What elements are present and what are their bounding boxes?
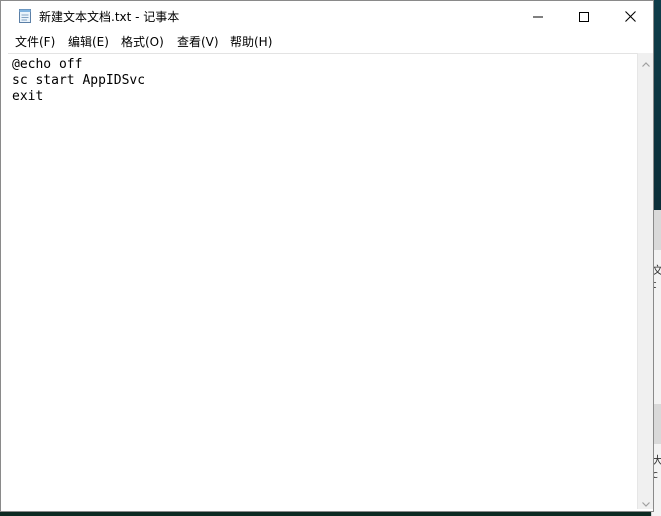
title-bar[interactable]: 新建文本文档.txt - 记事本	[1, 1, 653, 31]
scroll-down-button[interactable]	[638, 493, 654, 509]
notepad-window: 新建文本文档.txt - 记事本 文件(F) 编辑(E) 格式(O) 查看(V)…	[0, 0, 654, 512]
notepad-icon[interactable]	[18, 8, 32, 24]
menu-view[interactable]: 查看(V)	[177, 33, 219, 50]
minimize-icon	[533, 7, 543, 26]
maximize-button[interactable]	[561, 1, 607, 31]
menu-edit[interactable]: 编辑(E)	[68, 33, 109, 50]
chevron-down-icon	[642, 492, 650, 511]
menu-bar: 文件(F) 编辑(E) 格式(O) 查看(V) 帮助(H)	[1, 31, 653, 51]
background-window-bar	[653, 404, 661, 444]
window-title: 新建文本文档.txt - 记事本	[39, 10, 180, 24]
scroll-up-button[interactable]	[638, 53, 654, 69]
maximize-icon	[579, 7, 589, 26]
background-window-bar	[653, 210, 661, 250]
vertical-scrollbar[interactable]	[637, 53, 653, 509]
menu-format[interactable]: 格式(O)	[121, 33, 164, 50]
editor-content[interactable]: @echo off sc start AppIDSvc exit	[8, 54, 637, 108]
menu-file[interactable]: 文件(F)	[15, 33, 55, 50]
close-button[interactable]	[607, 1, 653, 31]
minimize-button[interactable]	[515, 1, 561, 31]
close-icon	[624, 7, 636, 26]
chevron-up-icon	[642, 52, 650, 71]
text-editor[interactable]: @echo off sc start AppIDSvc exit	[8, 53, 637, 509]
menu-help[interactable]: 帮助(H)	[230, 33, 272, 50]
